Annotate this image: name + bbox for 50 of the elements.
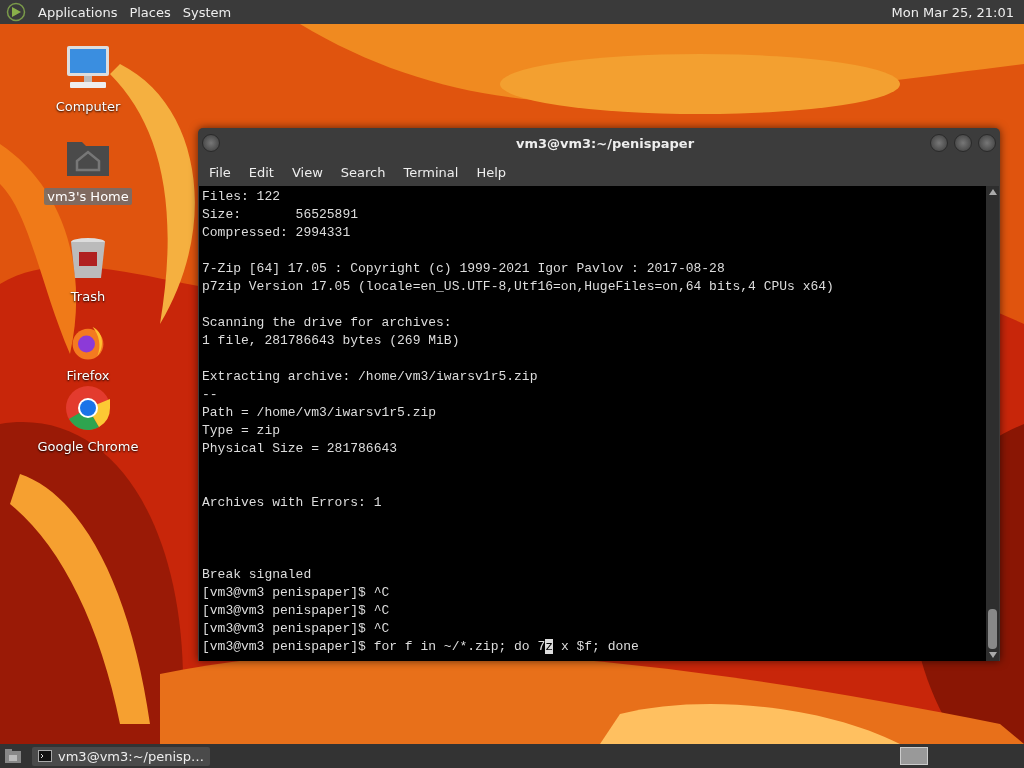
- panel-menu[interactable]: System: [182, 4, 232, 20]
- minimize-button[interactable]: [930, 134, 948, 152]
- menu-logo-icon[interactable]: [6, 2, 26, 22]
- command-text: [vm3@vm3 penispaper]$ for f in ~/*.zip; do 7: [202, 639, 546, 654]
- terminal-line: Archives with Errors: 1: [202, 494, 383, 512]
- terminal-line: --: [202, 386, 219, 404]
- scrollbar[interactable]: [986, 186, 999, 661]
- terminal-line: 1 file, 281786643 bytes (269 MiB): [202, 332, 461, 350]
- terminal-line: Physical Size = 281786643: [202, 440, 399, 458]
- menu-item[interactable]: Terminal: [394, 164, 468, 180]
- menu-item[interactable]: Edit: [239, 164, 283, 180]
- panel-menu[interactable]: Places: [129, 4, 171, 20]
- maximize-button[interactable]: [954, 134, 972, 152]
- menu-item[interactable]: View: [282, 164, 332, 180]
- command-text: x $f; done: [559, 639, 639, 654]
- terminal-line: Type = zip: [202, 422, 281, 440]
- menu-item[interactable]: Search: [331, 164, 395, 180]
- desktop-icon-label[interactable]: Trash: [67, 288, 109, 305]
- terminal-line: Path = /home/vm3/iwarsv1r5.zip: [202, 404, 438, 422]
- workspace-switcher[interactable]: [900, 747, 928, 765]
- terminal-line: Size: 56525891: [202, 206, 360, 224]
- panel-menu[interactable]: Applications: [38, 4, 118, 20]
- desktop-icon-label[interactable]: Computer: [52, 98, 124, 115]
- window-title: vm3@vm3:~/penispaper: [514, 135, 696, 151]
- terminal-line: Scanning the drive for archives:: [202, 314, 453, 332]
- terminal-line: p7zip Version 17.05 (locale=en_US.UTF-8,Utf16=on,HugeFiles=on,64 bits,4 CPUs x64): [202, 278, 835, 296]
- desktop-icon-label[interactable]: Google Chrome: [34, 438, 142, 455]
- terminal-line: [vm3@vm3 penispaper]$ ^C: [202, 620, 391, 638]
- terminal-line: Break signaled: [202, 566, 313, 584]
- window-menu-button[interactable]: [202, 134, 220, 152]
- terminal-line: Compressed: 2994331: [202, 224, 352, 242]
- terminal-line: [vm3@vm3 penispaper]$ ^C: [202, 584, 391, 602]
- scroll-down-arrow-icon[interactable]: [988, 652, 997, 658]
- terminal-line: [vm3@vm3 penispaper]$ ^C: [202, 602, 391, 620]
- menu-item[interactable]: File: [200, 164, 240, 180]
- terminal-line: Extracting archive: /home/vm3/iwarsv1r5.zip: [202, 368, 539, 386]
- show-desktop-icon[interactable]: [4, 748, 22, 764]
- chrome-icon[interactable]: [64, 384, 112, 432]
- text-cursor: z: [545, 639, 554, 654]
- scrollbar-thumb[interactable]: [988, 609, 997, 649]
- menu-item[interactable]: Help: [467, 164, 516, 180]
- desktop-icon-label[interactable]: vm3's Home: [44, 188, 132, 205]
- desktop-icon-label[interactable]: Firefox: [63, 367, 113, 384]
- close-button[interactable]: [978, 134, 996, 152]
- terminal-line: 7-Zip [64] 17.05 : Copyright (c) 1999-2021 Igor Pavlov : 2017-08-28: [202, 260, 726, 278]
- terminal-line: Files: 122: [202, 188, 281, 206]
- terminal-icon: [38, 750, 52, 762]
- clock[interactable]: Mon Mar 25, 21:01: [891, 4, 1016, 20]
- taskbar-button[interactable]: vm3@vm3:~/penisp…: [32, 746, 211, 766]
- scroll-up-arrow-icon[interactable]: [988, 189, 997, 195]
